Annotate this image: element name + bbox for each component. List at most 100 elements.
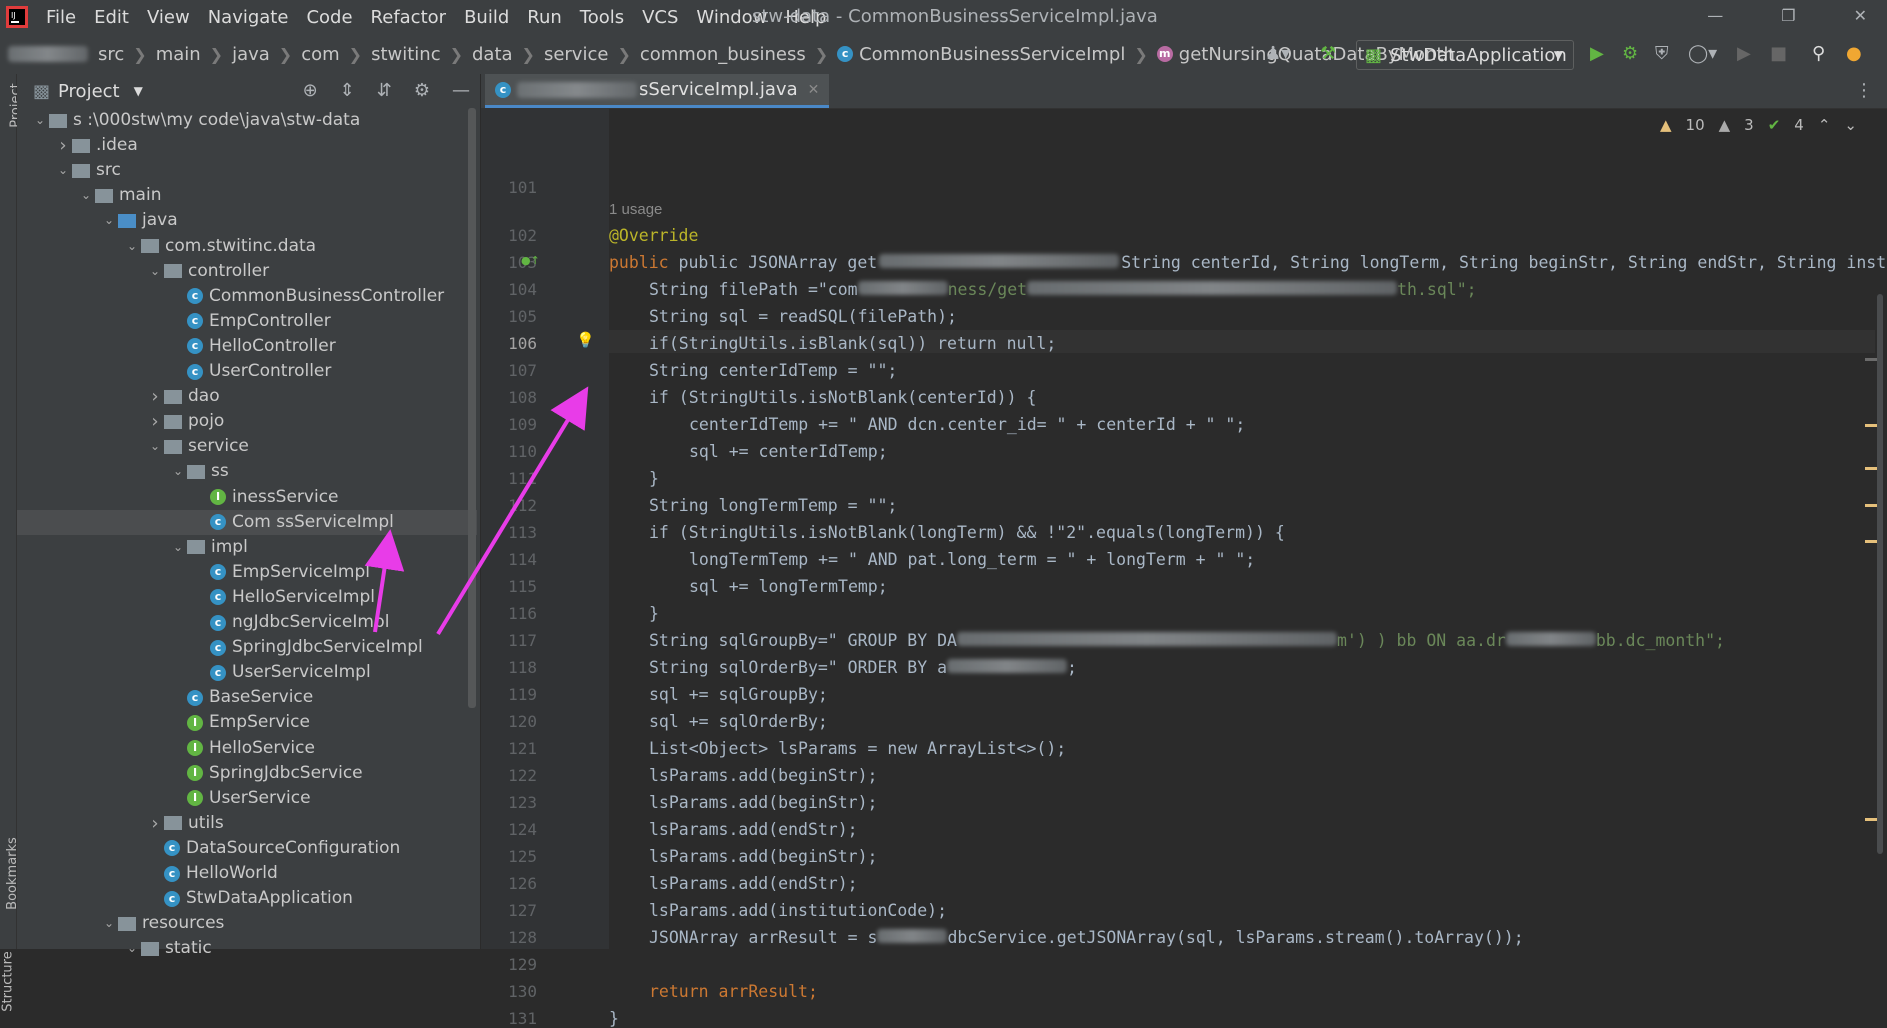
tree-item[interactable]: ⌄ main [17,183,162,208]
chevron-down-icon[interactable]: ▼ [134,84,143,98]
chevron-down-icon[interactable]: ⌄ [169,535,187,560]
chevron-down-icon[interactable]: ⌄ [146,259,164,284]
menu-navigate[interactable]: Navigate [208,7,289,28]
close-tab-icon[interactable]: ✕ [808,82,820,98]
restore-icon[interactable]: ❐ [1781,6,1795,25]
tree-item[interactable]: ⌄ controller [17,259,269,284]
chevron-right-icon[interactable]: › [146,384,164,409]
tree-item[interactable]: c SpringJdbcServiceImpl [17,635,423,660]
tree-item[interactable]: c ngJdbcServiceImpl [17,610,389,635]
tree-item[interactable]: › .idea [17,133,137,158]
chevron-down-icon[interactable]: ⌄ [146,434,164,459]
project-panel-title[interactable]: Project [58,81,120,102]
tree-item[interactable]: ⌄ ss [17,459,229,484]
tree-item[interactable]: ⌄ impl [17,535,248,560]
tree-item[interactable]: c UserServiceImpl [17,660,371,685]
breadcrumb-stwitinc[interactable]: stwitinc [371,44,441,65]
structure-tool-label[interactable]: Structure [1,951,16,1011]
breadcrumb-main[interactable]: main [156,44,201,65]
tree-item[interactable]: I UserService [17,786,311,811]
chevron-up-icon[interactable]: ⌃ [1818,116,1831,134]
tree-item[interactable]: ⌄ resources [17,911,224,936]
tab-common-business-service-impl[interactable]: c sServiceImpl.java ✕ [485,74,830,108]
run-configuration-select[interactable]: ▩ StwDataApplication ▼ [1356,40,1574,70]
tree-item[interactable]: c HelloController [17,334,336,359]
breadcrumb-class[interactable]: CommonBusinessServiceImpl [859,44,1125,65]
breadcrumb-com[interactable]: com [301,44,339,65]
project-scrollbar[interactable] [468,108,476,708]
chevron-down-icon[interactable]: ⌄ [54,158,72,183]
tree-item[interactable]: I HelloService [17,736,315,761]
stop-icon[interactable]: ■ [1770,43,1787,64]
tree-item[interactable]: ⌄ s :\000stw\my code\java\stw-data [17,108,360,133]
tree-item[interactable]: c CommonBusinessController [17,284,444,309]
tree-item[interactable]: c BaseService [17,685,313,710]
debug-icon[interactable]: ⚙ [1622,43,1638,64]
rerun-icon[interactable]: ▶ [1737,43,1751,64]
menu-view[interactable]: View [147,7,190,28]
run-icon[interactable]: ▶ [1590,43,1604,64]
breadcrumb-java[interactable]: java [232,44,270,65]
collapse-all-icon[interactable]: ⇵ [377,80,392,101]
tree-item[interactable]: › utils [17,811,223,836]
more-icon[interactable]: ⋮ [1855,80,1873,101]
chevron-down-icon[interactable]: ⌄ [123,234,141,259]
chevron-right-icon[interactable]: › [54,133,72,158]
menu-run[interactable]: Run [527,7,562,28]
chevron-down-icon[interactable]: ⌄ [100,911,118,936]
breadcrumb-src[interactable]: src [98,44,124,65]
breadcrumb-data[interactable]: data [472,44,513,65]
menu-code[interactable]: Code [306,7,352,28]
tree-item[interactable]: c EmpController [17,309,331,334]
menu-refactor[interactable]: Refactor [371,7,447,28]
chevron-right-icon[interactable]: › [146,409,164,434]
tree-item[interactable]: ⌄ java [17,208,178,233]
profile-icon[interactable]: ◯▾ [1688,43,1717,64]
tree-item[interactable]: ⌄ src [17,158,121,183]
tree-item[interactable]: c EmpServiceImpl [17,560,370,585]
breadcrumb-common-business[interactable]: common_business [640,44,806,65]
tree-item[interactable]: ⌄ service [17,434,249,459]
coverage-icon[interactable]: ⛨ [1655,43,1669,64]
expand-all-icon[interactable]: ⇕ [340,80,355,101]
search-icon[interactable]: ⚲ [1812,43,1825,64]
breadcrumb-service[interactable]: service [544,44,608,65]
tree-item[interactable]: c UserController [17,359,331,384]
gear-icon[interactable]: ⚙ [414,80,430,101]
class-icon: c [187,288,203,305]
menu-edit[interactable]: Edit [94,7,129,28]
tree-item[interactable]: I SpringJdbcService [17,761,363,786]
build-hammer-icon[interactable]: ⚒ [1320,43,1336,64]
chevron-down-icon[interactable]: ⌄ [1844,116,1857,134]
lightbulb-icon[interactable]: 💡 [576,331,595,349]
chevron-down-icon[interactable]: ⌄ [77,183,95,208]
tree-item[interactable]: c HelloWorld [17,861,278,886]
menu-file[interactable]: File [46,7,76,28]
menu-tools[interactable]: Tools [580,7,624,28]
close-icon[interactable]: ✕ [1854,6,1867,25]
chevron-down-icon[interactable]: ⌄ [31,108,49,133]
user-icon[interactable]: ♟▾ [1265,43,1290,64]
tree-item[interactable]: c StwDataApplication [17,886,353,911]
tree-item[interactable]: › dao [17,384,219,409]
tree-item[interactable]: c DataSourceConfiguration [17,836,400,861]
override-gutter-icon[interactable]: ●↑ [521,254,540,267]
chevron-down-icon[interactable]: ⌄ [100,208,118,233]
editor-scrollbar[interactable] [1865,74,1883,949]
tree-item[interactable]: I EmpService [17,710,310,735]
minimize-icon[interactable]: — [1707,6,1723,25]
tree-item[interactable]: c Com ssServiceImpl [17,509,477,535]
usage-hint[interactable]: 1 usage [609,201,662,218]
hide-icon[interactable]: — [452,80,470,101]
menu-build[interactable]: Build [464,7,509,28]
chevron-down-icon[interactable]: ⌄ [169,459,187,484]
tree-item[interactable]: › pojo [17,409,224,434]
inspection-widget[interactable]: ▲ 10 ▲ 3 ✔ 4 ⌃ ⌄ [1660,116,1857,134]
update-icon[interactable]: ● [1846,43,1862,64]
menu-vcs[interactable]: VCS [642,7,678,28]
tree-item[interactable]: ⌄ com.stwitinc.data [17,234,316,259]
chevron-right-icon[interactable]: › [146,811,164,836]
tree-item[interactable]: IinessService [17,485,339,510]
locate-icon[interactable]: ⊕ [303,80,318,101]
tree-item[interactable]: c HelloServiceImpl [17,585,375,610]
